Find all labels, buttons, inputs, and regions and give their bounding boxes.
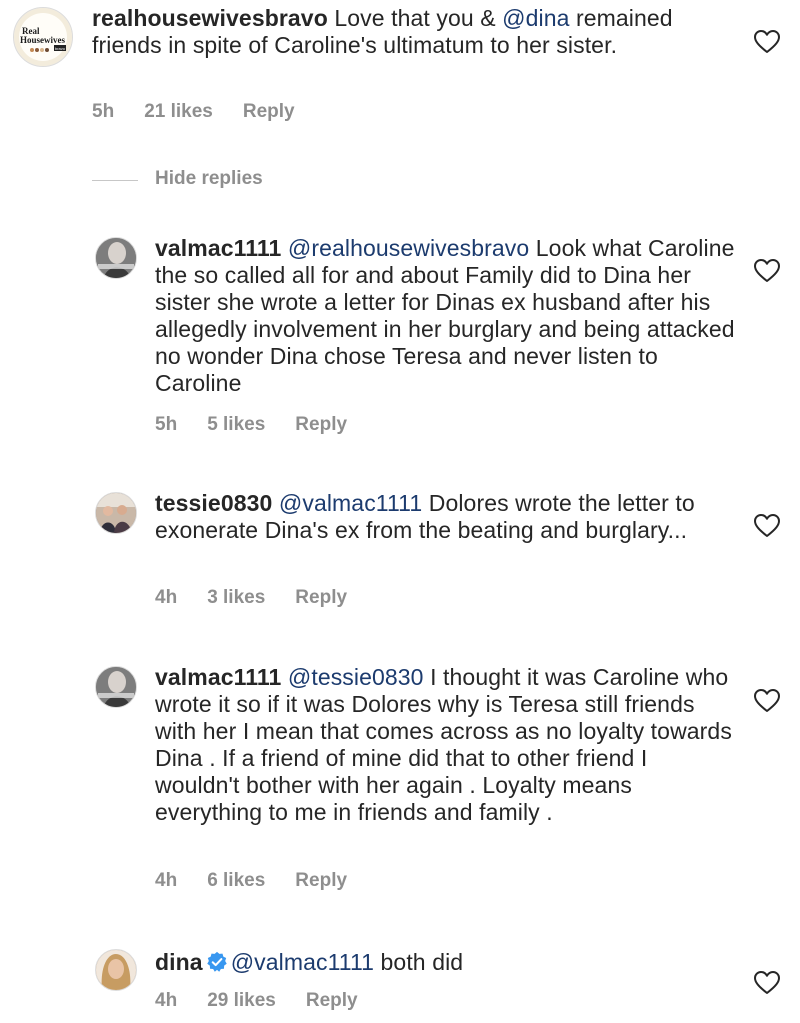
likes-count[interactable]: 3 likes xyxy=(207,587,265,609)
avatar-valmac1111[interactable] xyxy=(95,666,137,708)
likes-count[interactable]: 21 likes xyxy=(144,101,213,123)
comment-text: tessie0830 @valmac1111 Dolores wrote the… xyxy=(155,490,715,544)
timestamp: 5h xyxy=(155,414,178,435)
reply-button[interactable]: Reply xyxy=(243,101,295,123)
username[interactable]: tessie0830 xyxy=(155,490,272,516)
timestamp: 4h xyxy=(155,870,178,891)
avatar-image xyxy=(96,238,136,278)
reply-button[interactable]: Reply xyxy=(295,587,347,609)
heart-outline-icon[interactable] xyxy=(754,30,780,54)
heart-outline-icon[interactable] xyxy=(754,514,780,538)
svg-text:Housewives: Housewives xyxy=(20,35,65,45)
comment-text: valmac1111 @realhousewivesbravo Look wha… xyxy=(155,235,735,397)
comment-meta: 5h 5 likes Reply xyxy=(155,414,377,436)
avatar-valmac1111[interactable] xyxy=(95,237,137,279)
reply-button[interactable]: Reply xyxy=(306,990,358,1012)
comment-meta: 4h 6 likes Reply xyxy=(155,870,377,892)
avatar-tessie0830[interactable] xyxy=(95,492,137,534)
mention-link[interactable]: @valmac1111 xyxy=(231,949,374,975)
comment-text: realhousewivesbravo Love that you & @din… xyxy=(92,5,692,59)
comment-body: both did xyxy=(374,949,464,975)
mention-link[interactable]: @dina xyxy=(502,5,569,31)
comment-prefix: Love that you & xyxy=(327,5,503,31)
avatar-image xyxy=(96,667,136,707)
avatar-realhousewivesbravo[interactable]: Real Housewives bravo xyxy=(13,7,73,67)
likes-count[interactable]: 6 likes xyxy=(207,870,265,892)
avatar-dina[interactable] xyxy=(95,949,137,991)
timestamp: 5h xyxy=(92,101,115,122)
comment-text: dina @valmac1111 both did xyxy=(155,949,715,976)
username[interactable]: dina xyxy=(155,949,203,975)
heart-outline-icon[interactable] xyxy=(754,971,780,995)
heart-outline-icon[interactable] xyxy=(754,689,780,713)
mention-link[interactable]: @realhousewivesbravo xyxy=(288,235,529,261)
real-housewives-logo: Real Housewives bravo xyxy=(14,8,72,66)
avatar-image xyxy=(96,950,136,990)
comment-meta: 5h 21 likes Reply xyxy=(92,101,325,123)
svg-text:bravo: bravo xyxy=(55,46,66,51)
comment-meta: 4h 29 likes Reply xyxy=(155,990,388,1012)
timestamp: 4h xyxy=(155,990,178,1011)
timestamp: 4h xyxy=(155,587,178,608)
likes-count[interactable]: 29 likes xyxy=(207,990,276,1012)
avatar-image xyxy=(96,493,136,533)
mention-link[interactable]: @tessie0830 xyxy=(288,664,424,690)
likes-count[interactable]: 5 likes xyxy=(207,414,265,436)
hide-replies-button[interactable]: Hide replies xyxy=(155,168,263,190)
heart-outline-icon[interactable] xyxy=(754,259,780,283)
username[interactable]: valmac1111 xyxy=(155,235,281,261)
comment-text: valmac1111 @tessie0830 I thought it was … xyxy=(155,664,735,826)
username[interactable]: realhousewivesbravo xyxy=(92,5,328,31)
reply-button[interactable]: Reply xyxy=(295,414,347,436)
comment-meta: 4h 3 likes Reply xyxy=(155,587,377,609)
mention-link[interactable]: @valmac1111 xyxy=(279,490,422,516)
reply-button[interactable]: Reply xyxy=(295,870,347,892)
username[interactable]: valmac1111 xyxy=(155,664,281,690)
verified-badge-icon xyxy=(206,951,227,972)
hide-replies-divider xyxy=(92,180,138,181)
